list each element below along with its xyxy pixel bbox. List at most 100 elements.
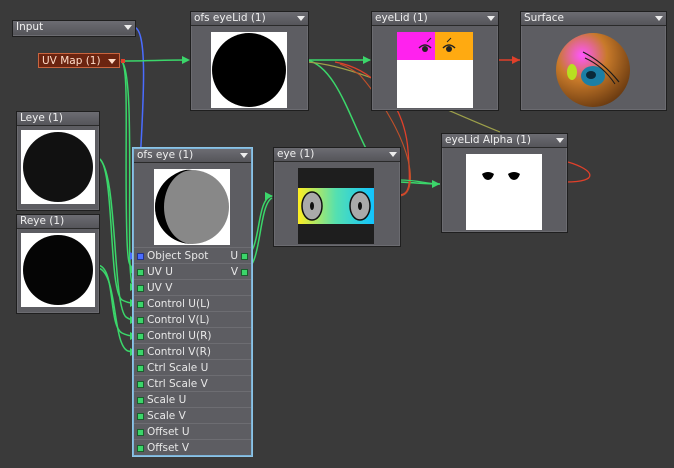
ofs-eyelid-node-title: ofs eyeLid (1) [194,12,266,24]
ofs-eyelid-node[interactable]: ofs eyeLid (1) [190,11,309,111]
arrowhead-eyelid [363,56,371,64]
output-port-v[interactable] [241,269,248,276]
eyelid-alpha-node[interactable]: eyeLid Alpha (1) [441,133,568,233]
surface-node-header[interactable]: Surface [521,12,666,26]
chevron-down-icon[interactable] [389,152,397,157]
port-row-uv-v[interactable]: UV V [134,279,251,296]
leye-node-title: Leye (1) [20,112,64,124]
output-label-u: U [230,250,238,262]
chevron-down-icon[interactable] [556,138,564,143]
input-port[interactable] [137,285,144,292]
output-label-v: V [230,266,238,278]
surface-preview [555,32,631,108]
surface-node-title: Surface [524,12,565,24]
port-label: Control U(R) [147,330,212,342]
eyelid-alpha-node-title: eyeLid Alpha (1) [445,134,531,146]
input-port[interactable] [137,429,144,436]
port-row-scale-v[interactable]: Scale V [134,407,251,424]
wire-reye-to-control-vr [97,267,139,353]
chevron-down-icon[interactable] [108,59,116,64]
port-label: Control V(R) [147,346,211,358]
arrowhead-alpha [432,180,440,188]
port-label: Object Spot [147,250,209,262]
reye-preview [21,233,95,307]
port-label: Scale V [147,410,186,422]
port-label: Control V(L) [147,314,210,326]
ofs-eye-preview [154,169,230,245]
leye-preview [21,130,95,204]
leye-node[interactable]: Leye (1) [16,111,100,211]
arrowhead-surface [512,56,520,64]
wire-uvmap-to-ofs-eyelid [120,59,189,62]
surface-node[interactable]: Surface [520,11,667,111]
ofs-eye-node-title: ofs eye (1) [137,149,194,161]
ofs-eye-node[interactable]: ofs eye (1) Object Spot U UV U V UV V Co… [133,148,252,456]
port-row-control-vr[interactable]: Control V(R) [134,343,251,360]
chevron-down-icon[interactable] [297,16,305,21]
input-port[interactable] [137,445,144,452]
input-port[interactable] [137,269,144,276]
input-port[interactable] [137,381,144,388]
port-label: Ctrl Scale U [147,362,209,374]
port-row-ctrl-scale-v[interactable]: Ctrl Scale V [134,375,251,392]
wire-alpha-loop [565,161,591,183]
reye-node-header[interactable]: Reye (1) [17,215,99,229]
port-row-control-ul[interactable]: Control U(L) [134,295,251,312]
reye-node[interactable]: Reye (1) [16,214,100,314]
port-row-ctrl-scale-u[interactable]: Ctrl Scale U [134,359,251,376]
input-port[interactable] [137,253,144,260]
eyelid-alpha-node-header[interactable]: eyeLid Alpha (1) [442,134,567,148]
ofs-eyelid-preview [211,32,287,108]
arrowhead-ofs-eyelid [182,56,190,64]
input-node-title: Input [16,21,44,33]
ofs-eye-node-header[interactable]: ofs eye (1) [134,149,251,163]
input-port[interactable] [137,413,144,420]
port-label: Ctrl Scale V [147,378,208,390]
input-port[interactable] [137,349,144,356]
eye-node-title: eye (1) [277,148,315,160]
input-node[interactable]: Input [12,20,136,37]
eyelid-node-header[interactable]: eyeLid (1) [372,12,498,26]
port-row-offset-v[interactable]: Offset V [134,439,251,456]
chevron-down-icon[interactable] [487,16,495,21]
port-label: Scale U [147,394,187,406]
chevron-down-icon[interactable] [655,16,663,21]
port-label: Offset U [147,426,190,438]
eyelid-node[interactable]: eyeLid (1) [371,11,499,111]
reye-node-title: Reye (1) [20,215,65,227]
input-port[interactable] [137,365,144,372]
input-node-header[interactable]: Input [13,21,135,35]
wire-reye-to-control-ur [97,264,139,337]
port-label: Offset V [147,442,190,454]
port-row-offset-u[interactable]: Offset U [134,423,251,440]
eye-node[interactable]: eye (1) [273,147,401,247]
wire-eye-to-alpha [398,179,441,185]
eye-preview [298,168,374,244]
port-row-object-spot[interactable]: Object Spot U [134,247,251,264]
input-port[interactable] [137,397,144,404]
eyelid-preview [397,32,473,108]
eyelid-alpha-preview [466,154,542,230]
chevron-down-icon[interactable] [240,153,248,158]
port-label: UV U [147,266,173,278]
eyelid-node-title: eyeLid (1) [375,12,428,24]
chevron-down-icon[interactable] [124,25,132,30]
input-port[interactable] [137,301,144,308]
uv-map-output-port[interactable] [121,59,125,63]
output-port-u[interactable] [241,253,248,260]
input-port[interactable] [137,333,144,340]
port-label: Control U(L) [147,298,211,310]
port-row-uv-u[interactable]: UV U V [134,263,251,280]
port-row-control-vl[interactable]: Control V(L) [134,311,251,328]
ofs-eyelid-node-header[interactable]: ofs eyeLid (1) [191,12,308,26]
wire-leye-to-control-vl [97,157,139,321]
leye-node-header[interactable]: Leye (1) [17,112,99,126]
input-port[interactable] [137,317,144,324]
port-row-scale-u[interactable]: Scale U [134,391,251,408]
port-label: UV V [147,282,173,294]
eye-node-header[interactable]: eye (1) [274,148,400,162]
uv-map-node[interactable]: UV Map (1) [38,53,120,68]
port-row-control-ur[interactable]: Control U(R) [134,327,251,344]
uv-map-title: UV Map (1) [42,55,101,67]
arrowhead-eye [265,192,273,200]
